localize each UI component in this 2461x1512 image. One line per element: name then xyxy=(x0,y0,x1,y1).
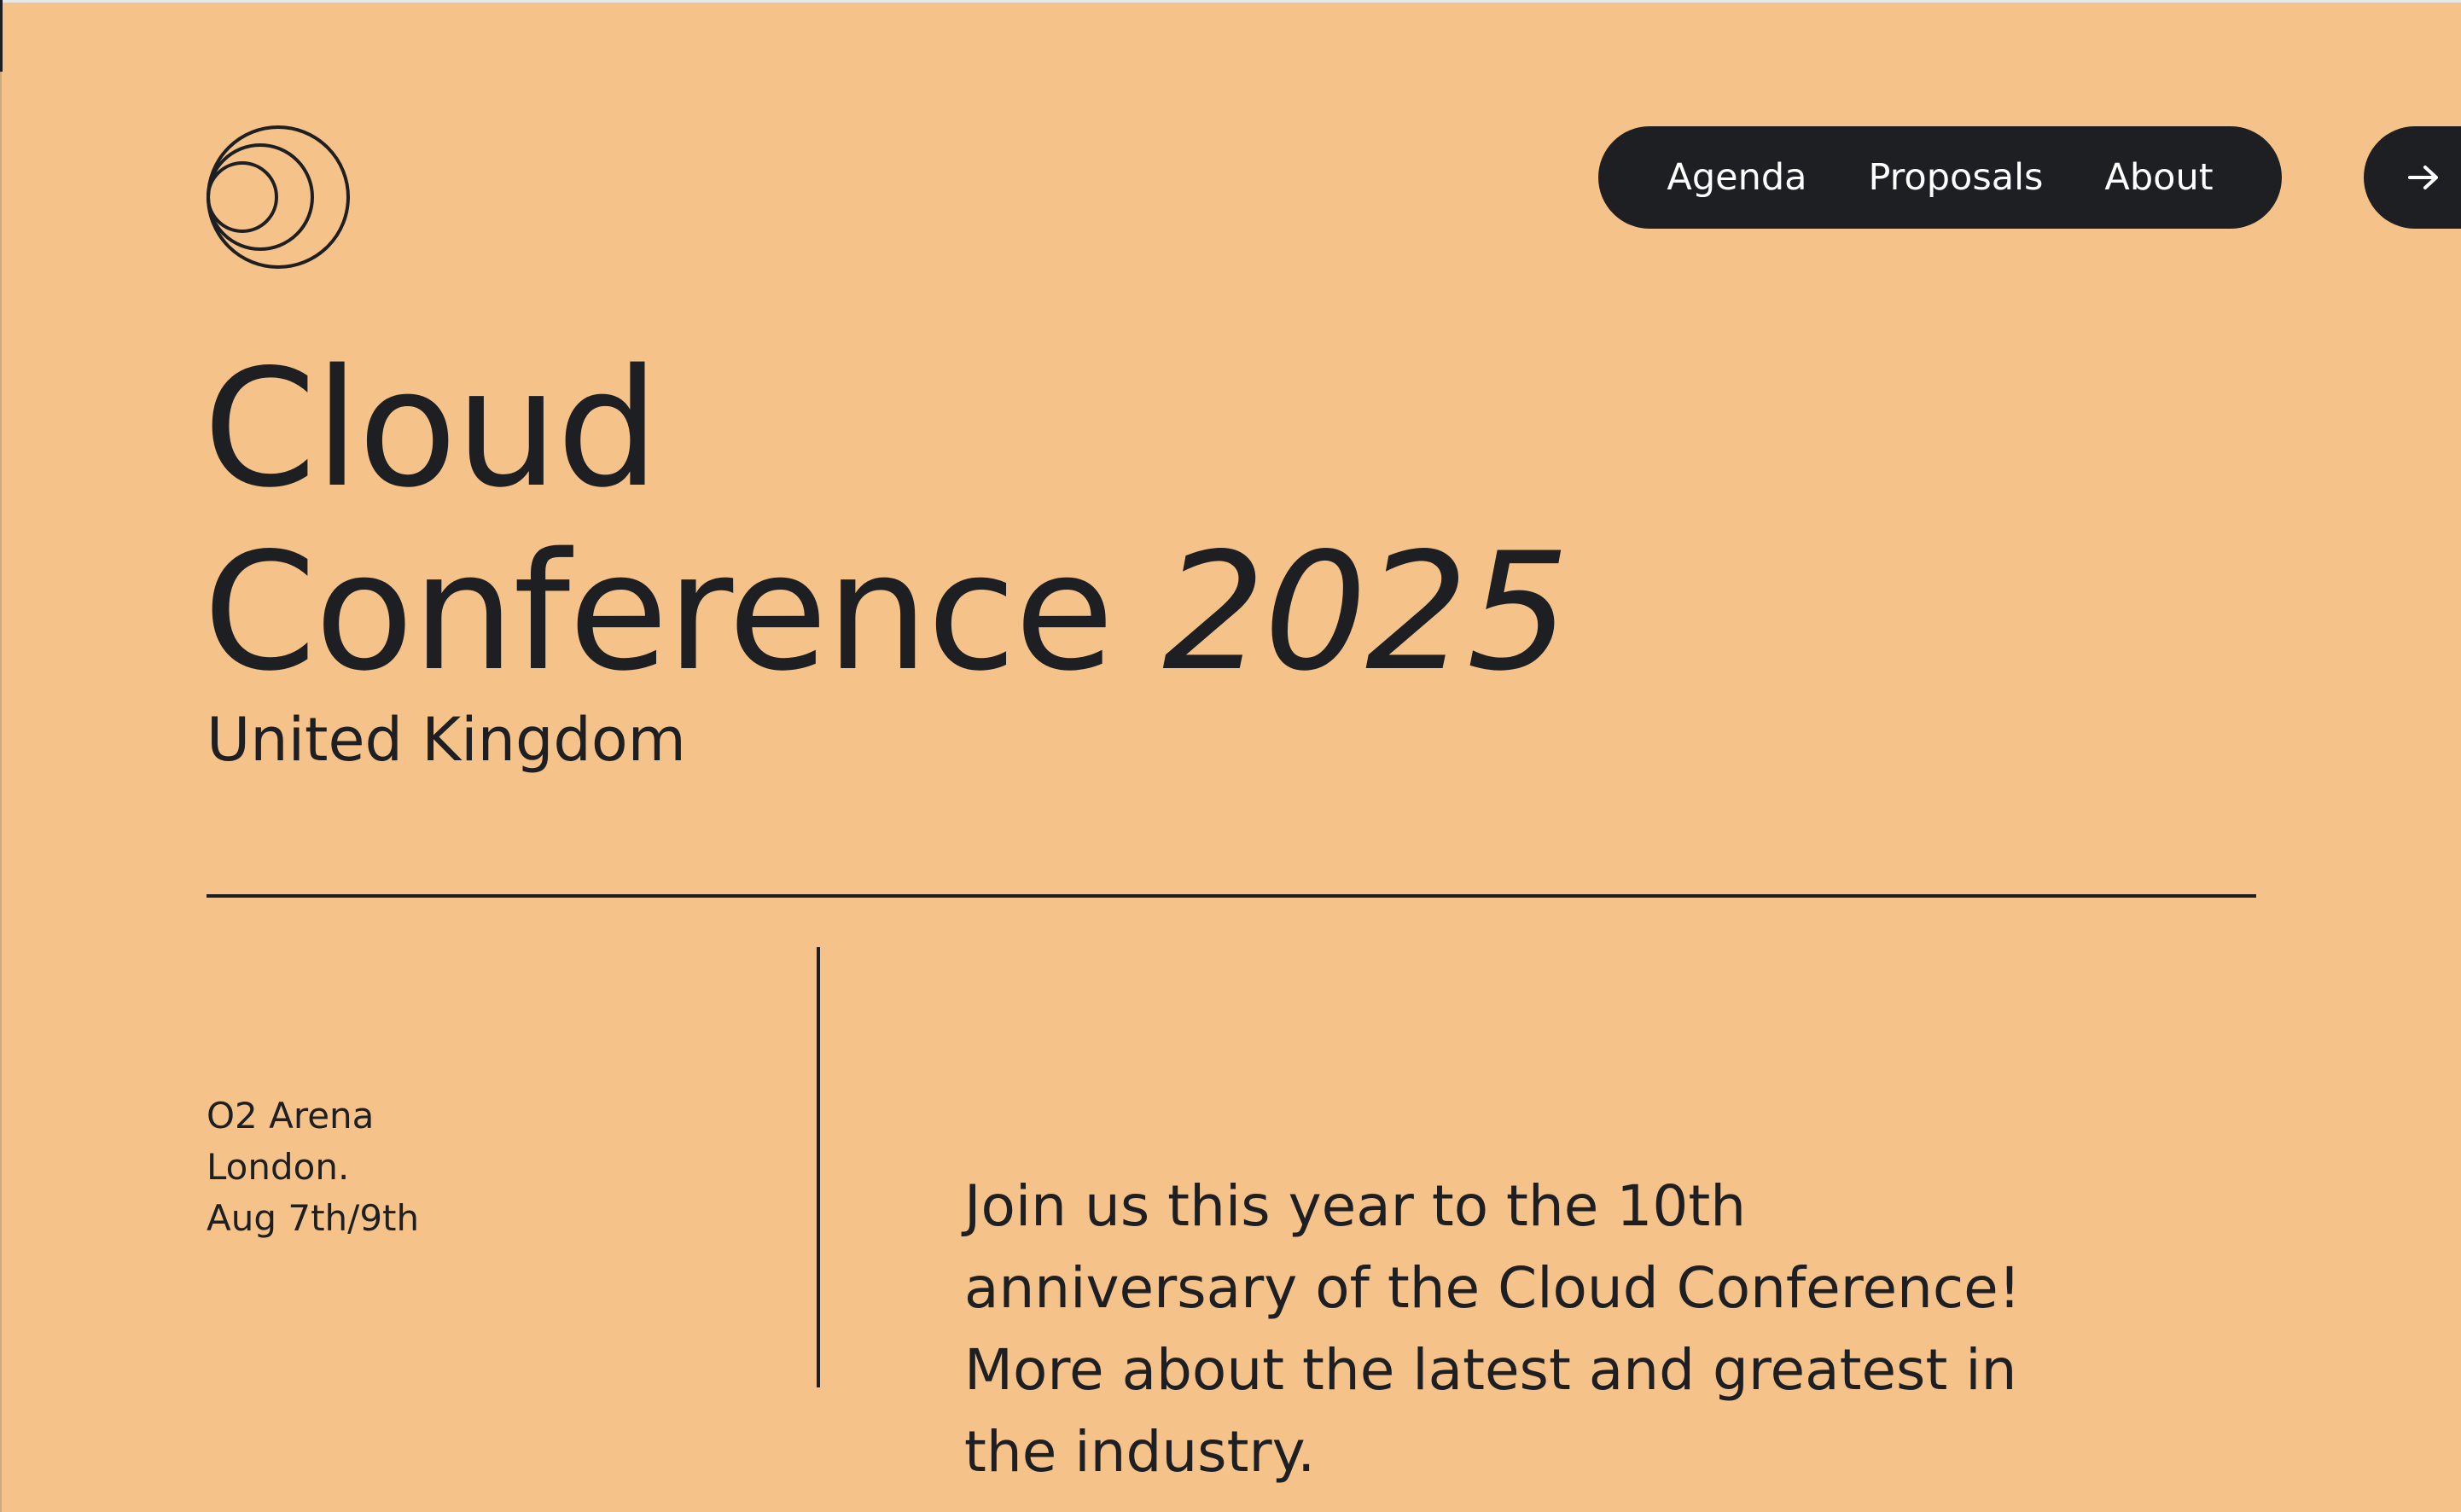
title-line-cloud: Cloud xyxy=(203,334,660,523)
nav-link-proposals[interactable]: Proposals xyxy=(1869,156,2044,199)
main-navigation: Agenda Proposals About xyxy=(1598,126,2282,229)
page-subtitle: United Kingdom xyxy=(207,705,686,775)
window-top-edge xyxy=(0,0,2461,3)
horizontal-divider xyxy=(207,894,2256,898)
venue-details: O2 Arena London. Aug 7th/9th xyxy=(207,1090,419,1244)
venue-dates: Aug 7th/9th xyxy=(207,1197,420,1239)
nav-link-agenda[interactable]: Agenda xyxy=(1667,156,1806,199)
title-line-conference: Conference xyxy=(203,518,1114,707)
concentric-circles-logo-icon[interactable] xyxy=(206,125,351,270)
page-title: Cloud Conference 2025 xyxy=(203,334,1570,707)
title-year: 2025 xyxy=(1162,518,1570,707)
next-arrow-button[interactable] xyxy=(2364,126,2461,229)
text-cursor xyxy=(0,0,3,72)
intro-paragraph: Join us this year to the 10th anniversar… xyxy=(964,1173,2022,1485)
venue-place: O2 Arena xyxy=(207,1095,375,1137)
window-left-edge xyxy=(0,0,2,1512)
arrow-right-icon xyxy=(2408,166,2438,189)
venue-city: London. xyxy=(207,1146,350,1188)
vertical-divider xyxy=(817,947,820,1387)
nav-link-about[interactable]: About xyxy=(2104,156,2213,199)
